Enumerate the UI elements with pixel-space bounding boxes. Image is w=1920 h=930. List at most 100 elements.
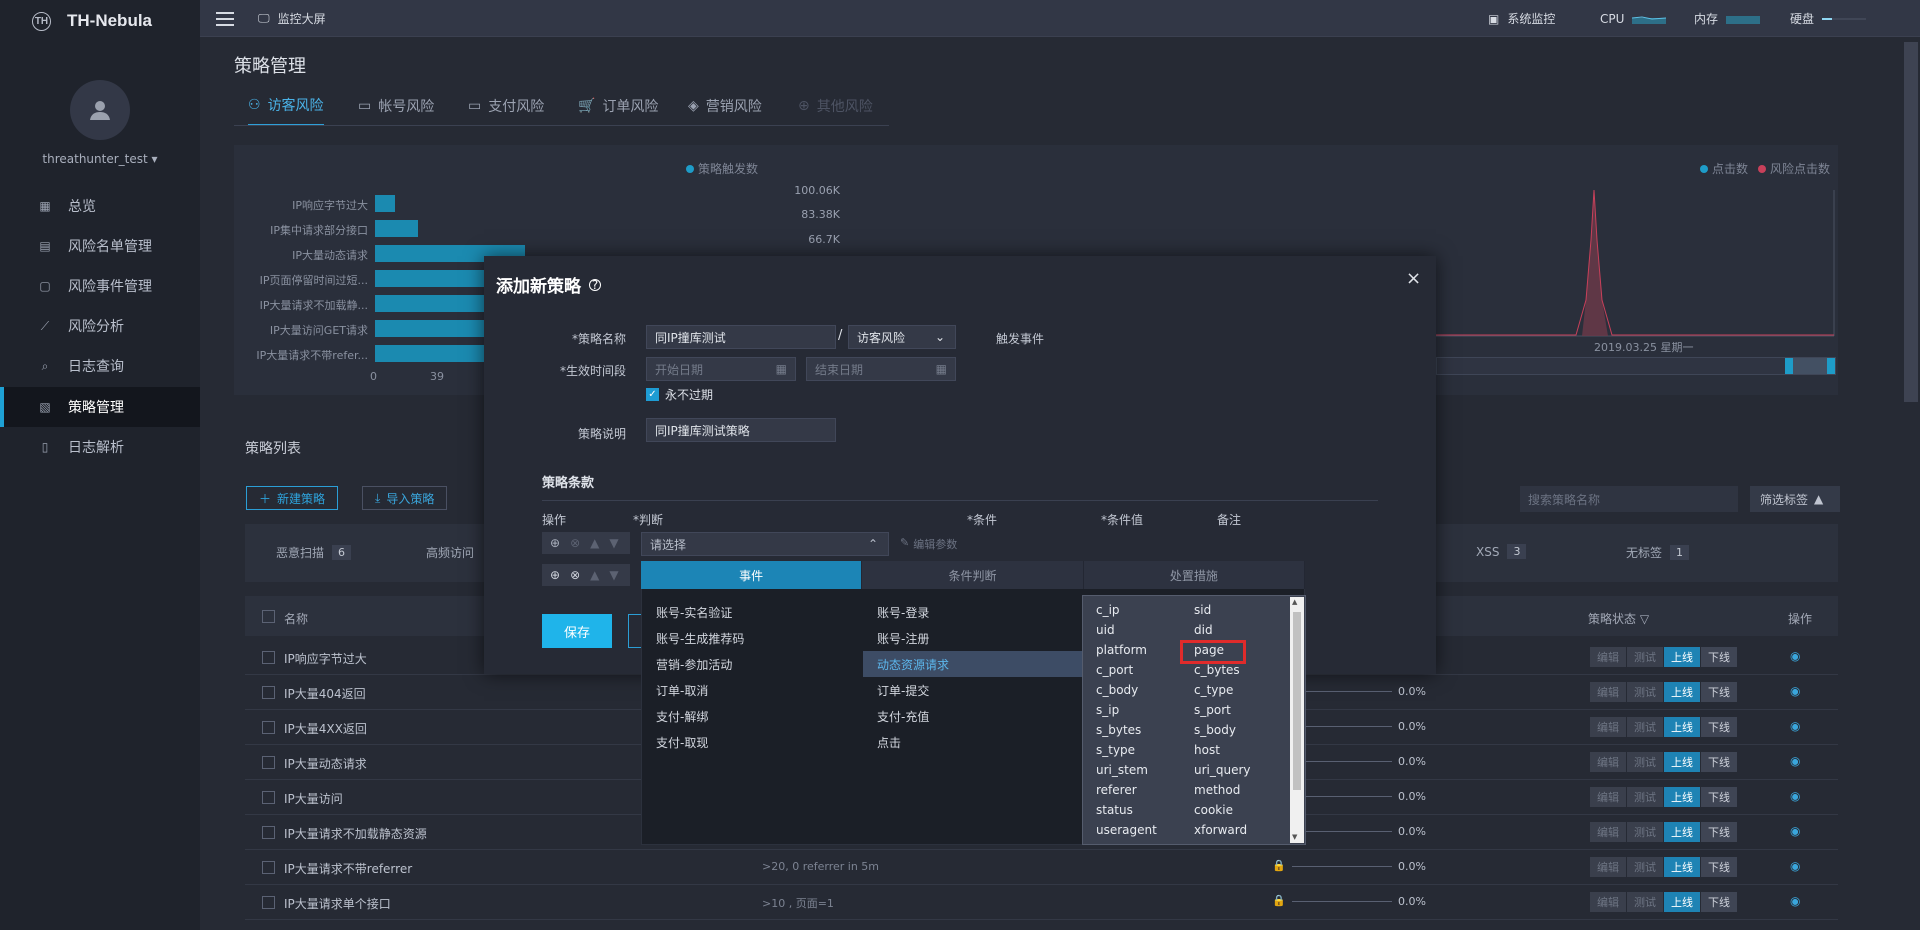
test-button[interactable]: 测试 xyxy=(1627,857,1663,877)
sidebar-item-log-query[interactable]: ⌕ 日志查询 xyxy=(0,346,200,386)
field-option[interactable]: host xyxy=(1194,740,1284,760)
field-option[interactable]: c_ip xyxy=(1096,600,1186,620)
dropdown-tab-condition[interactable]: 条件判断 xyxy=(862,561,1084,589)
field-option[interactable]: c_body xyxy=(1096,680,1186,700)
bar[interactable] xyxy=(375,220,419,237)
sidebar-item-strategy[interactable]: ▧ 策略管理 xyxy=(0,387,200,427)
field-option[interactable]: platform xyxy=(1096,640,1186,660)
offline-button[interactable]: 下线 xyxy=(1701,787,1737,807)
field-option[interactable]: referer xyxy=(1096,780,1186,800)
dropdown-tab-action[interactable]: 处置措施 xyxy=(1084,561,1305,589)
field-option[interactable]: sid xyxy=(1194,600,1284,620)
strategy-name[interactable]: IP大量访问 xyxy=(284,790,343,807)
edit-button[interactable]: 编辑 xyxy=(1590,822,1626,842)
event-option[interactable]: 营销-参加活动 xyxy=(642,651,863,677)
bar[interactable] xyxy=(375,195,395,212)
field-option[interactable]: useragent xyxy=(1096,820,1186,840)
online-button[interactable]: 上线 xyxy=(1664,822,1700,842)
field-option[interactable]: xforward xyxy=(1194,820,1284,840)
edit-params-link[interactable]: ✎ 编辑参数 xyxy=(900,536,957,552)
online-button[interactable]: 上线 xyxy=(1664,892,1700,912)
offline-button[interactable]: 下线 xyxy=(1701,647,1737,667)
strategy-name-input[interactable]: 同IP撞库测试 xyxy=(646,325,836,349)
row-checkbox[interactable] xyxy=(262,651,275,664)
view-icon[interactable]: ◉ xyxy=(1790,684,1800,698)
filter-tag-button[interactable]: 筛选标签 ▲ xyxy=(1750,486,1840,512)
scrollbar-thumb[interactable] xyxy=(1293,612,1301,790)
select-all-checkbox[interactable] xyxy=(262,610,275,623)
event-option[interactable]: 点击 xyxy=(863,729,1082,755)
help-icon[interactable]: ? xyxy=(589,278,601,292)
sidebar-item-log-parse[interactable]: ▯ 日志解析 xyxy=(0,427,200,467)
field-option[interactable]: uid xyxy=(1096,620,1186,640)
tab-payment-risk[interactable]: ▭ 支付风险 xyxy=(468,86,544,126)
edit-button[interactable]: 编辑 xyxy=(1590,647,1626,667)
tab-visitor-risk[interactable]: ⚇ 访客风险 xyxy=(248,86,324,126)
row-checkbox[interactable] xyxy=(262,756,275,769)
row-checkbox[interactable] xyxy=(262,791,275,804)
dropdown-tab-event[interactable]: 事件 xyxy=(641,561,863,589)
test-button[interactable]: 测试 xyxy=(1627,647,1663,667)
monitor-screen-link[interactable]: 🖵 监控大屏 xyxy=(258,0,326,37)
test-button[interactable]: 测试 xyxy=(1627,752,1663,772)
col-status-header[interactable]: 策略状态 ▽ xyxy=(1588,610,1649,627)
edit-button[interactable]: 编辑 xyxy=(1590,857,1626,877)
strategy-name[interactable]: IP大量4XX返回 xyxy=(284,720,367,737)
field-option[interactable]: method xyxy=(1194,780,1284,800)
event-option[interactable]: 动态资源请求 xyxy=(863,651,1082,677)
view-icon[interactable]: ◉ xyxy=(1790,719,1800,733)
edit-button[interactable]: 编辑 xyxy=(1590,682,1626,702)
never-expire-checkbox[interactable]: ✓ 永不过期 xyxy=(646,386,713,403)
offline-button[interactable]: 下线 xyxy=(1701,822,1737,842)
view-icon[interactable]: ◉ xyxy=(1790,894,1800,908)
edit-button[interactable]: 编辑 xyxy=(1590,752,1626,772)
field-option[interactable]: s_ip xyxy=(1096,700,1186,720)
row-checkbox[interactable] xyxy=(262,896,275,909)
tab-account-risk[interactable]: ▭ 帐号风险 xyxy=(358,86,434,126)
view-icon[interactable]: ◉ xyxy=(1790,789,1800,803)
view-icon[interactable]: ◉ xyxy=(1790,649,1800,663)
row-checkbox[interactable] xyxy=(262,861,275,874)
strategy-name[interactable]: IP大量动态请求 xyxy=(284,755,367,772)
strategy-name[interactable]: IP大量请求不加载静态资源 xyxy=(284,825,427,842)
strategy-name[interactable]: IP大量404返回 xyxy=(284,685,366,702)
slider-handle-right[interactable] xyxy=(1827,358,1835,374)
sidebar-item-risk-list[interactable]: ▤ 风险名单管理 xyxy=(0,226,200,266)
tab-order-risk[interactable]: 🛒 订单风险 xyxy=(578,86,658,126)
view-icon[interactable]: ◉ xyxy=(1790,824,1800,838)
online-button[interactable]: 上线 xyxy=(1664,787,1700,807)
view-icon[interactable]: ◉ xyxy=(1790,859,1800,873)
range-slider[interactable] xyxy=(1436,357,1836,375)
field-option[interactable]: s_body xyxy=(1194,720,1284,740)
sidebar-item-overview[interactable]: ▦ 总览 xyxy=(0,186,200,226)
new-strategy-button[interactable]: ＋ 新建策略 xyxy=(246,486,339,510)
offline-button[interactable]: 下线 xyxy=(1701,752,1737,772)
online-button[interactable]: 上线 xyxy=(1664,752,1700,772)
strategy-name[interactable]: IP大量请求不带referrer xyxy=(284,860,412,877)
import-strategy-button[interactable]: ⤓ 导入策略 xyxy=(362,486,448,510)
remove-clause-icon[interactable]: ⊗ xyxy=(570,568,580,582)
field-option[interactable]: s_type xyxy=(1096,740,1186,760)
event-option[interactable]: 支付-充值 xyxy=(863,703,1082,729)
menu-toggle[interactable] xyxy=(216,0,234,37)
event-option[interactable]: 账号-登录 xyxy=(863,599,1082,625)
field-option[interactable]: cookie xyxy=(1194,800,1284,820)
row-checkbox[interactable] xyxy=(262,686,275,699)
tag-item[interactable]: 高频访问 xyxy=(426,544,474,561)
test-button[interactable]: 测试 xyxy=(1627,682,1663,702)
test-button[interactable]: 测试 xyxy=(1627,892,1663,912)
add-clause-icon[interactable]: ⊕ xyxy=(550,536,560,550)
risk-category-select[interactable]: 访客风险 ⌄ xyxy=(848,325,956,349)
event-option[interactable]: 账号-生成推荐码 xyxy=(642,625,863,651)
sidebar-item-risk-analysis[interactable]: ⟋ 风险分析 xyxy=(0,306,200,346)
app-logo[interactable]: TH TH-Nebula xyxy=(0,0,200,42)
slider-window[interactable] xyxy=(1793,358,1827,374)
sidebar-item-risk-events[interactable]: ▢ 风险事件管理 xyxy=(0,266,200,306)
event-option[interactable]: 订单-提交 xyxy=(863,677,1082,703)
judge-select[interactable]: 请选择 ⌃ xyxy=(641,532,889,556)
test-button[interactable]: 测试 xyxy=(1627,822,1663,842)
event-option[interactable]: 支付-取现 xyxy=(642,729,863,755)
field-option[interactable]: c_port xyxy=(1096,660,1186,680)
online-button[interactable]: 上线 xyxy=(1664,857,1700,877)
offline-button[interactable]: 下线 xyxy=(1701,682,1737,702)
